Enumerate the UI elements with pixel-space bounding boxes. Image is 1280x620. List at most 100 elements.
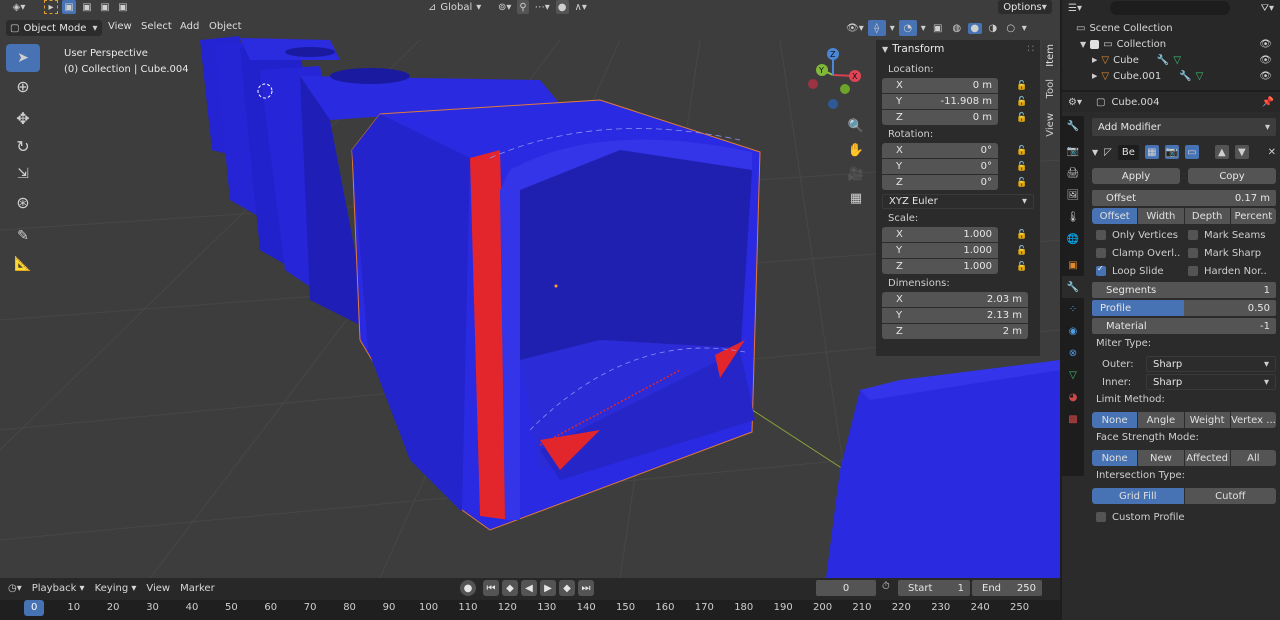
material-tab-icon[interactable]: ◕ (1062, 386, 1084, 408)
limit-angle[interactable]: Angle (1138, 412, 1184, 428)
next-keyframe-icon[interactable]: ◆ (559, 580, 575, 596)
camera-icon[interactable]: 🎥 (844, 162, 868, 186)
material-shading-icon[interactable]: ◑ (986, 23, 1000, 34)
lock-icon[interactable]: 🔓 (1016, 178, 1027, 188)
custom-profile-check[interactable] (1096, 512, 1106, 522)
only-vertices-checkbox[interactable]: Only Vertices (1096, 228, 1184, 242)
loc-z-field[interactable]: Z 0 m (882, 110, 998, 125)
width-type-width[interactable]: Width (1138, 208, 1184, 224)
prev-keyframe-icon[interactable]: ◆ (502, 580, 518, 596)
offset-field[interactable]: Offset 0.17 m (1092, 190, 1276, 206)
view-layer-tab-icon[interactable]: 🖼 (1062, 184, 1084, 206)
output-tab-icon[interactable]: 🖨 (1062, 162, 1084, 184)
intersection-grid-fill[interactable]: Grid Fill (1092, 488, 1184, 504)
scale-y-field[interactable]: Y 1.000 (882, 243, 998, 258)
rotation-mode-dropdown[interactable]: XYZ Euler ▾ (882, 194, 1034, 209)
start-frame-field[interactable]: Start 1 (898, 580, 970, 596)
loc-y-field[interactable]: Y -11.908 m (882, 94, 998, 109)
snapping-tools[interactable]: ⊚▾ ⚲ ⋯▾ ● ∧▾ (498, 0, 618, 14)
loc-x-field[interactable]: X 0 m (882, 78, 998, 93)
gizmo-icon[interactable]: ⟠ (867, 20, 886, 36)
display-toggle-icon[interactable]: ▭ (1184, 145, 1199, 159)
overlay-icon[interactable]: ◔ (898, 20, 917, 36)
rot-z-field[interactable]: Z 0° (882, 175, 998, 190)
visibility-icon[interactable]: 👁▾ (846, 23, 864, 34)
lock-icon[interactable]: 🔓 (1016, 262, 1027, 272)
apply-button[interactable]: Apply (1092, 168, 1180, 184)
menu-select[interactable]: Select (141, 21, 172, 32)
subtract-selection-icon[interactable]: ▣ (98, 0, 112, 14)
width-type-depth[interactable]: Depth (1184, 208, 1230, 224)
loop-slide-checkbox[interactable]: ✓ Loop Slide (1096, 264, 1184, 278)
object-tab-icon[interactable]: ▣ (1062, 254, 1084, 276)
lock-icon[interactable]: 🔓 (1016, 97, 1027, 107)
camera-toggle-icon[interactable]: 📷 (1164, 145, 1179, 159)
dim-z-field[interactable]: Z 2 m (882, 324, 1028, 339)
outliner-scene-collection[interactable]: ▭ Scene Collection (1076, 21, 1173, 35)
filter-icon[interactable]: ⛛▾ (1261, 3, 1274, 14)
editor-type-icon[interactable]: ☰▾ (1068, 3, 1082, 14)
transform-tool-icon[interactable]: ⊛ (6, 188, 40, 216)
outer-miter-dropdown[interactable]: Sharp ▾ (1146, 356, 1276, 372)
eye-icon[interactable]: 👁 (1259, 39, 1272, 50)
width-type-offset[interactable]: Offset (1092, 208, 1138, 224)
chevron-down-icon[interactable]: ▾ (1022, 23, 1027, 34)
limit-vertex[interactable]: Vertex ... (1230, 412, 1276, 428)
segments-field[interactable]: Segments 1 (1092, 282, 1276, 298)
play-icon[interactable]: ▶ (540, 580, 556, 596)
constraints-tab-icon[interactable]: ⊗ (1062, 342, 1084, 364)
face-strength-new[interactable]: New (1138, 450, 1184, 466)
jump-end-icon[interactable]: ⏭ (578, 580, 594, 596)
edit-mode-toggle-icon[interactable]: ▦ (1144, 145, 1159, 159)
object-name[interactable]: Cube.004 (1111, 97, 1159, 108)
clamp-overl-checkbox[interactable]: Clamp Overl.. (1096, 246, 1184, 260)
zoom-icon[interactable]: 🔍 (844, 114, 868, 138)
copy-button[interactable]: Copy (1188, 168, 1276, 184)
profile-slider[interactable]: Profile 0.50 (1092, 300, 1276, 316)
clamp-overl-check[interactable] (1096, 248, 1106, 258)
chevron-down-icon[interactable]: ▾ (921, 23, 926, 34)
wireframe-shading-icon[interactable]: ◍ (950, 23, 964, 34)
expand-arrow-icon[interactable]: ▶ (1092, 72, 1097, 80)
intersection-cutoff[interactable]: Cutoff (1184, 488, 1276, 504)
navigation-gizmo[interactable]: X Y Z (800, 46, 870, 112)
scale-x-field[interactable]: X 1.000 (882, 227, 998, 242)
face-strength-all[interactable]: All (1230, 450, 1276, 466)
mark-seams-check[interactable] (1188, 230, 1198, 240)
close-icon[interactable]: ✕ (1268, 147, 1276, 158)
lock-icon[interactable]: 🔓 (1016, 246, 1027, 256)
mode-dropdown[interactable]: ▢ Object Mode ▾ (6, 20, 102, 36)
collection-checkbox[interactable] (1090, 39, 1100, 49)
menu-add[interactable]: Add (180, 21, 199, 32)
harden-nor-checkbox[interactable]: Harden Nor.. (1188, 264, 1276, 278)
rotate-tool-icon[interactable]: ↻ (6, 132, 40, 160)
move-tool-icon[interactable]: ✥ (6, 104, 40, 132)
drag-handle-icon[interactable]: ∷ (1027, 43, 1034, 55)
lock-icon[interactable]: 🔓 (1016, 230, 1027, 240)
menu-view[interactable]: View (108, 21, 132, 32)
pan-hand-icon[interactable]: ✋ (844, 138, 868, 162)
dim-y-field[interactable]: Y 2.13 m (882, 308, 1028, 323)
invert-selection-icon[interactable]: ▣ (116, 0, 130, 14)
select-mode-icon[interactable]: ▸ (44, 0, 58, 14)
outliner-item-1[interactable]: ▶ ▽ Cube.001 🔧 ▽ 👁 (1092, 69, 1278, 83)
expand-arrow-icon[interactable]: ▶ (1092, 56, 1097, 64)
custom-profile-checkbox[interactable]: Custom Profile (1096, 510, 1276, 524)
cursor-tool-icon[interactable]: ⊕ (6, 72, 40, 100)
new-selection-icon[interactable]: ▣ (62, 0, 76, 14)
limit-weight[interactable]: Weight (1184, 412, 1230, 428)
tab-tool[interactable]: Tool (1042, 72, 1058, 106)
outliner-collection[interactable]: ▼ ▭ Collection 👁 (1080, 37, 1278, 51)
face-strength-none[interactable]: None (1092, 450, 1138, 466)
xray-icon[interactable]: ▣ (930, 23, 946, 34)
options-button[interactable]: Options ▾ (998, 0, 1052, 14)
modifier-name-input[interactable]: Be (1117, 144, 1139, 160)
snap-target-icon[interactable]: ⋯▾ (535, 0, 550, 14)
annotate-tool-icon[interactable]: ✎ (6, 222, 40, 250)
menu-timeline-view[interactable]: View (146, 583, 170, 594)
width-type-percent[interactable]: Percent (1230, 208, 1276, 224)
pivot-point-icon[interactable]: ⊚▾ (498, 0, 511, 14)
loop-slide-check[interactable]: ✓ (1096, 264, 1106, 276)
orientation-dropdown[interactable]: ⊿ Global ▾ (428, 0, 490, 14)
menu-keying[interactable]: Keying ▾ (95, 583, 137, 594)
